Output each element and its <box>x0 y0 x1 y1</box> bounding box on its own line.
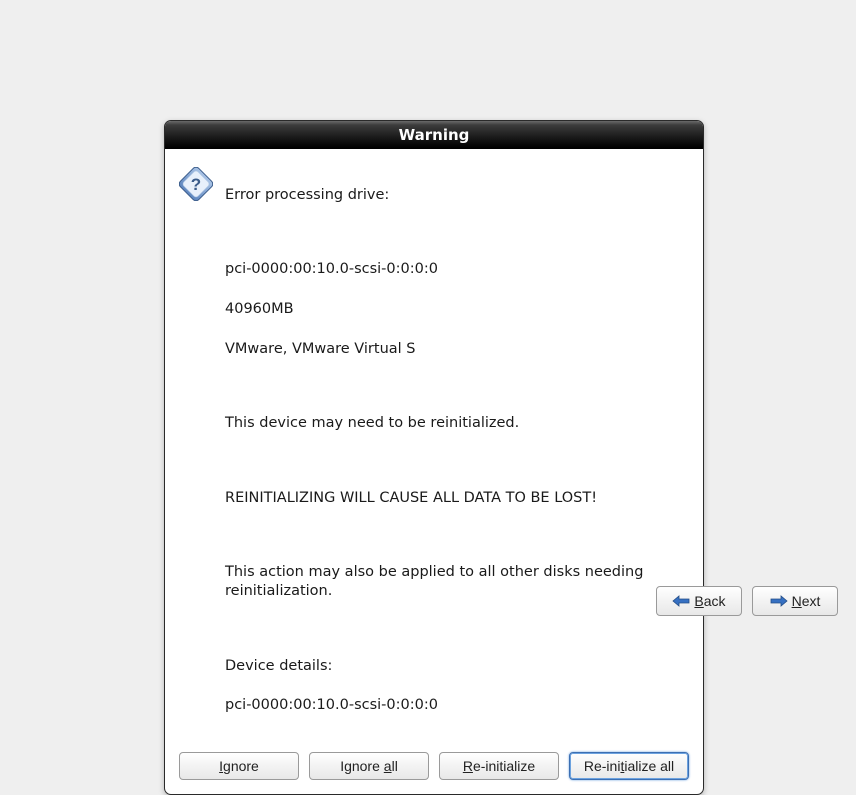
msg-details-value: pci-0000:00:10.0-scsi-0:0:0:0 <box>225 696 683 715</box>
warning-dialog: Warning ? Error processing drive: <box>164 120 704 795</box>
arrow-right-icon <box>770 594 788 608</box>
msg-reinit-notice: This device may need to be reinitialized… <box>225 414 683 433</box>
next-button[interactable]: Next <box>752 586 838 616</box>
reinitialize-button[interactable]: Re-initialize <box>439 752 559 780</box>
back-button[interactable]: Back <box>656 586 742 616</box>
dialog-button-row: Ignore Ignore all Re-initialize Re-initi… <box>165 744 703 794</box>
question-icon: ? <box>179 167 213 201</box>
msg-data-loss: REINITIALIZING WILL CAUSE ALL DATA TO BE… <box>225 489 683 508</box>
dialog-title: Warning <box>399 126 470 144</box>
msg-device-path: pci-0000:00:10.0-scsi-0:0:0:0 <box>225 260 683 279</box>
dialog-body: ? Error processing drive: pci-0000:00:10… <box>165 149 703 744</box>
msg-headline: Error processing drive: <box>225 186 683 205</box>
dialog-message: Error processing drive: pci-0000:00:10.0… <box>225 167 683 736</box>
msg-vendor: VMware, VMware Virtual S <box>225 340 683 359</box>
msg-size: 40960MB <box>225 300 683 319</box>
ignore-button[interactable]: Ignore <box>179 752 299 780</box>
reinitialize-all-button[interactable]: Re-initialize all <box>569 752 689 780</box>
svg-text:?: ? <box>191 175 201 194</box>
msg-apply-all: This action may also be applied to all o… <box>225 563 683 601</box>
msg-details-label: Device details: <box>225 657 683 676</box>
wizard-footer: Back Next <box>656 586 838 616</box>
ignore-all-button[interactable]: Ignore all <box>309 752 429 780</box>
dialog-titlebar: Warning <box>165 121 703 149</box>
arrow-left-icon <box>672 594 690 608</box>
